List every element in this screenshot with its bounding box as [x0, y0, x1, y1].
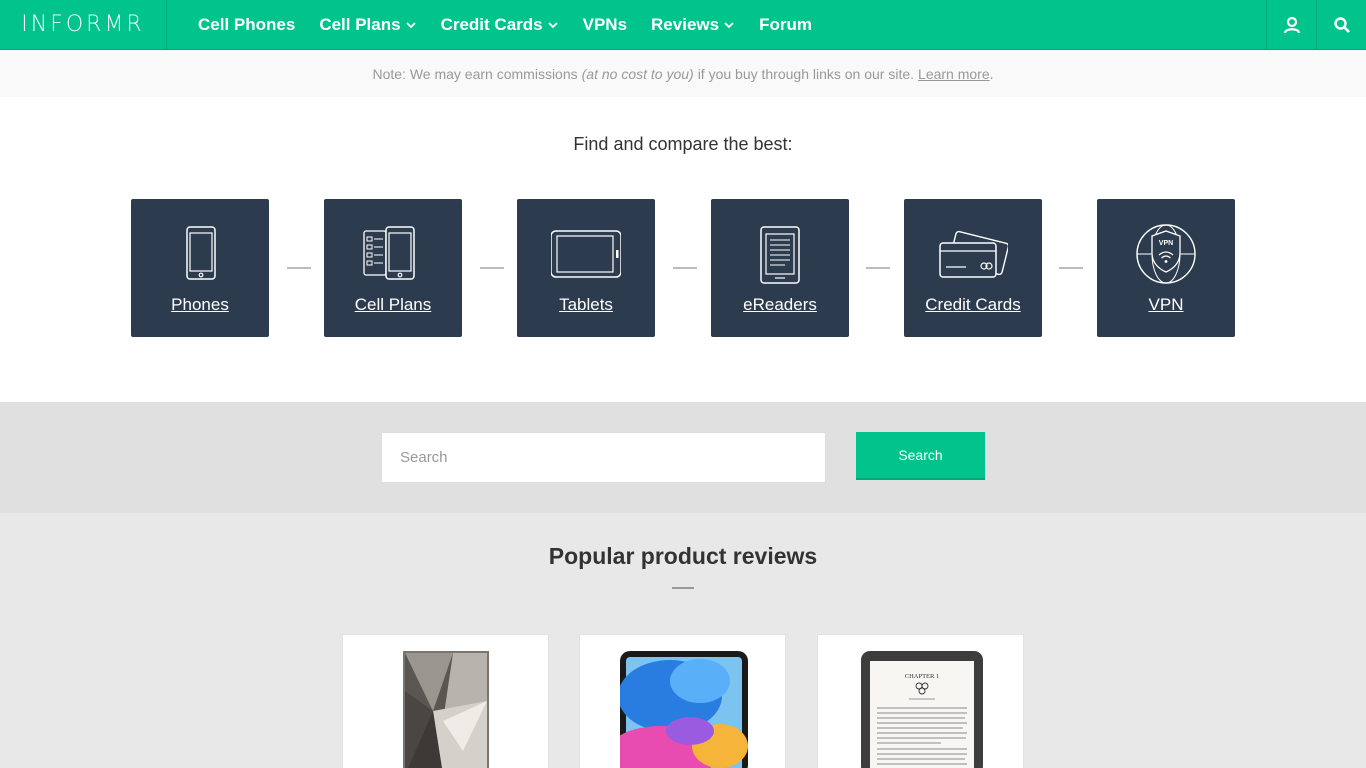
- nav-menu: Cell Phones Cell Plans Credit Cards VPNs…: [198, 0, 836, 49]
- smartphone-image: [403, 651, 489, 768]
- affiliate-note: Note: We may earn commissions (at no cos…: [0, 50, 1366, 97]
- nav-cell-phones-label: Cell Phones: [198, 14, 296, 34]
- ereader-icon: [760, 226, 800, 284]
- chevron-down-icon: [547, 21, 558, 28]
- chevron-down-icon: [724, 21, 734, 28]
- ereader-image: CHAPTER 1: [861, 651, 983, 768]
- tile-cell-plans[interactable]: Cell Plans: [324, 199, 462, 337]
- tile-label: eReaders: [743, 295, 817, 314]
- nav-cell-plans[interactable]: Cell Plans: [319, 15, 416, 35]
- divider: [866, 267, 890, 269]
- nav-credit-cards-label: Credit Cards: [440, 14, 543, 34]
- tile-label: Credit Cards: [925, 295, 1021, 314]
- credit-cards-icon: [939, 230, 1008, 278]
- tile-tablets[interactable]: Tablets: [517, 199, 655, 337]
- tablet-image: [620, 651, 748, 768]
- section-title: Popular product reviews: [548, 543, 818, 569]
- site-logo[interactable]: INFORMR: [0, 0, 167, 49]
- nav-credit-cards[interactable]: Credit Cards: [441, 15, 559, 35]
- nav-forum[interactable]: Forum: [759, 15, 812, 35]
- tile-label: VPN: [1148, 295, 1184, 314]
- search-input[interactable]: [381, 432, 826, 483]
- product-card[interactable]: [342, 634, 549, 768]
- vpn-icon: VPN: [1136, 224, 1196, 284]
- nav-reviews[interactable]: Reviews: [651, 15, 735, 35]
- tile-label: Cell Plans: [354, 295, 432, 314]
- nav-reviews-label: Reviews: [651, 14, 720, 34]
- nav-cell-phones[interactable]: Cell Phones: [198, 15, 295, 35]
- compare-title: Find and compare the best:: [573, 134, 793, 154]
- nav-vpns[interactable]: VPNs: [583, 15, 627, 35]
- learn-more-link[interactable]: Learn more: [918, 66, 990, 82]
- divider: [673, 267, 697, 269]
- search-icon: [1333, 16, 1350, 33]
- vpn-icon-text: VPN: [1159, 240, 1173, 247]
- nav-vpns-label: VPNs: [582, 14, 628, 34]
- popular-reviews-section: Popular product reviews CHAPTER 1: [0, 513, 1366, 768]
- top-nav: INFORMR Cell Phones Cell Plans Credit Ca…: [0, 0, 1366, 50]
- divider: [287, 267, 311, 269]
- divider: [480, 267, 504, 269]
- nav-forum-label: Forum: [759, 14, 812, 34]
- product-card[interactable]: [579, 634, 786, 768]
- user-icon: [1283, 16, 1300, 33]
- search-button[interactable]: Search: [856, 432, 985, 480]
- nav-cell-plans-label: Cell Plans: [319, 14, 401, 34]
- note-emphasis: (at no cost to you): [581, 65, 694, 82]
- tablet-icon: [551, 230, 621, 278]
- search-toggle-button[interactable]: [1316, 0, 1366, 49]
- search-section: Search: [0, 402, 1366, 513]
- cell-plans-icon: [363, 226, 415, 280]
- account-button[interactable]: [1266, 0, 1316, 49]
- note-suffix: if you buy through links on our site.: [697, 65, 915, 82]
- tile-phones[interactable]: Phones: [131, 199, 269, 337]
- tile-label: Tablets: [559, 295, 613, 314]
- chevron-down-icon: [405, 21, 416, 28]
- tile-vpn[interactable]: VPN VPN: [1097, 199, 1235, 337]
- divider: [1059, 267, 1083, 269]
- tile-label: Phones: [171, 295, 229, 314]
- tile-credit-cards[interactable]: Credit Cards: [904, 199, 1042, 337]
- note-end: .: [989, 65, 994, 82]
- product-card[interactable]: CHAPTER 1: [817, 634, 1024, 768]
- phone-icon: [186, 226, 216, 280]
- tile-ereaders[interactable]: eReaders: [711, 199, 849, 337]
- ereader-chapter-text: CHAPTER 1: [905, 673, 940, 680]
- title-divider: [672, 587, 694, 589]
- note-prefix: Note: We may earn commissions: [372, 65, 578, 82]
